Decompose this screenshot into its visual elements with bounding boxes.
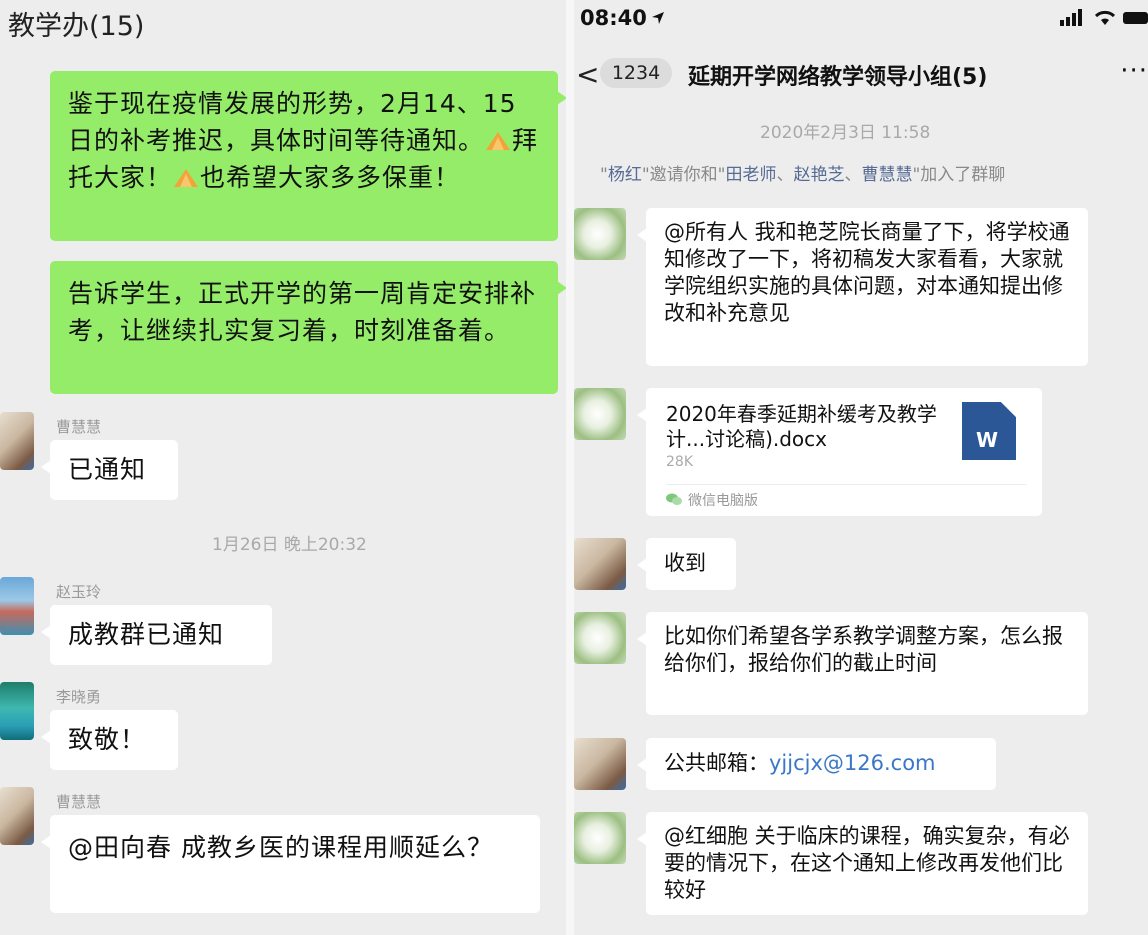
- incoming-message[interactable]: 收到: [637, 538, 736, 590]
- outgoing-message[interactable]: 鉴于现在疫情发展的形势，2月14、15日的补考推迟，具体时间等待通知。 拜托大家！…: [50, 71, 566, 241]
- status-time: 08:40: [580, 6, 665, 30]
- invitee-name[interactable]: 赵艳芝: [793, 165, 844, 185]
- sender-name: 李晓勇: [56, 688, 102, 706]
- avatar[interactable]: [574, 538, 626, 590]
- back-button[interactable]: <: [576, 58, 599, 91]
- panel-divider: [566, 0, 574, 935]
- location-arrow-icon: [651, 12, 664, 24]
- incoming-message[interactable]: 致敬！: [41, 710, 178, 770]
- message-text: 告诉学生，正式开学的第一周肯定安排补考，让继续扎实复习着，时刻准备着。: [68, 279, 537, 345]
- file-message-card[interactable]: 2020年春季延期补缓考及教学计...讨论稿).docx 28K W 微信电脑版: [637, 388, 1042, 516]
- sender-name: 曹慧慧: [56, 418, 102, 436]
- message-text: @所有人 我和艳芝院长商量了下，将学校通知修改了一下，将初稿发大家看看，大家就学…: [664, 220, 1070, 325]
- avatar[interactable]: [0, 787, 34, 845]
- avatar[interactable]: [0, 577, 34, 635]
- incoming-message[interactable]: @所有人 我和艳芝院长商量了下，将学校通知修改了一下，将初稿发大家看看，大家就学…: [637, 208, 1088, 366]
- message-text: @红细胞 关于临床的课程，确实复杂，有必要的情况下，在这个通知上修改再发他们比较…: [664, 824, 1070, 902]
- chat-timestamp: 1月26日 晚上20:32: [212, 535, 367, 555]
- avatar[interactable]: [0, 682, 34, 740]
- incoming-message[interactable]: @红细胞 关于临床的课程，确实复杂，有必要的情况下，在这个通知上修改再发他们比较…: [637, 812, 1088, 915]
- invitee-name[interactable]: 田老师: [725, 165, 776, 185]
- status-icons: [1059, 8, 1148, 30]
- pray-emoji-icon: [486, 132, 511, 150]
- message-text: 比如你们希望各学系教学调整方案，怎么报给你们，报给你们的截止时间: [664, 624, 1063, 675]
- inviter-name[interactable]: 杨红: [608, 165, 642, 185]
- more-options-button[interactable]: ···: [1120, 56, 1148, 86]
- right-chat-panel: 08:40 < 1234 延期开学网络教学领导小组(5) ··· 2020年2月…: [574, 0, 1148, 935]
- avatar[interactable]: [574, 738, 626, 790]
- pray-emoji-icon: [174, 169, 199, 187]
- message-text: 成教群已通知: [68, 620, 225, 649]
- message-text: 鉴于现在疫情发展的形势，2月14、15日的补考推迟，具体时间等待通知。: [68, 89, 517, 155]
- sender-name: 赵玉玲: [56, 583, 102, 601]
- message-text: 致敬！: [68, 725, 147, 754]
- sender-name: 曹慧慧: [56, 793, 102, 811]
- email-link[interactable]: yjjcjx@126.com: [769, 751, 936, 775]
- group-title: 延期开学网络教学领导小组(5): [688, 65, 988, 90]
- message-text: 收到: [664, 551, 706, 575]
- group-invite-notice: "杨红"邀请你和"田老师、赵艳芝、曹慧慧"加入了群聊: [600, 165, 1006, 185]
- unread-count-badge[interactable]: 1234: [600, 58, 672, 88]
- message-text: @田向春 成教乡医的课程用顺延么？: [68, 833, 493, 862]
- file-name: 2020年春季延期补缓考及教学计...讨论稿).docx: [666, 402, 937, 451]
- avatar[interactable]: [574, 388, 626, 440]
- left-chat-panel: 教学办(15) 鉴于现在疫情发展的形势，2月14、15日的补考推迟，具体时间等待…: [0, 0, 566, 935]
- card-divider: [666, 484, 1026, 485]
- message-text: 已通知: [68, 455, 147, 484]
- message-text: 也希望大家多多保重！: [200, 163, 461, 192]
- battery-icon: [1123, 12, 1148, 24]
- avatar[interactable]: [0, 412, 34, 470]
- file-source: 微信电脑版: [688, 493, 758, 509]
- outgoing-message[interactable]: 告诉学生，正式开学的第一周肯定安排补考，让继续扎实复习着，时刻准备着。: [50, 261, 566, 394]
- incoming-message[interactable]: 已通知: [41, 440, 178, 500]
- wifi-icon: [1094, 10, 1115, 25]
- incoming-message[interactable]: @田向春 成教乡医的课程用顺延么？: [41, 815, 540, 913]
- chat-title: 教学办(15): [8, 11, 145, 42]
- email-label: 公共邮箱：: [664, 751, 769, 775]
- word-icon-letter: W: [976, 428, 999, 452]
- file-size: 28K: [666, 454, 693, 470]
- avatar[interactable]: [574, 208, 626, 260]
- invitee-name[interactable]: 曹慧慧: [861, 165, 912, 185]
- word-file-icon: W: [962, 402, 1016, 460]
- avatar[interactable]: [574, 612, 626, 664]
- chat-timestamp: 2020年2月3日 11:58: [760, 123, 931, 143]
- cellular-signal-icon: [1059, 9, 1082, 26]
- avatar[interactable]: [574, 812, 626, 864]
- wechat-icon: [666, 493, 682, 505]
- incoming-message[interactable]: 比如你们希望各学系教学调整方案，怎么报给你们，报给你们的截止时间: [637, 612, 1088, 715]
- incoming-message[interactable]: 公共邮箱：yjjcjx@126.com: [637, 738, 996, 790]
- incoming-message[interactable]: 成教群已通知: [41, 605, 272, 665]
